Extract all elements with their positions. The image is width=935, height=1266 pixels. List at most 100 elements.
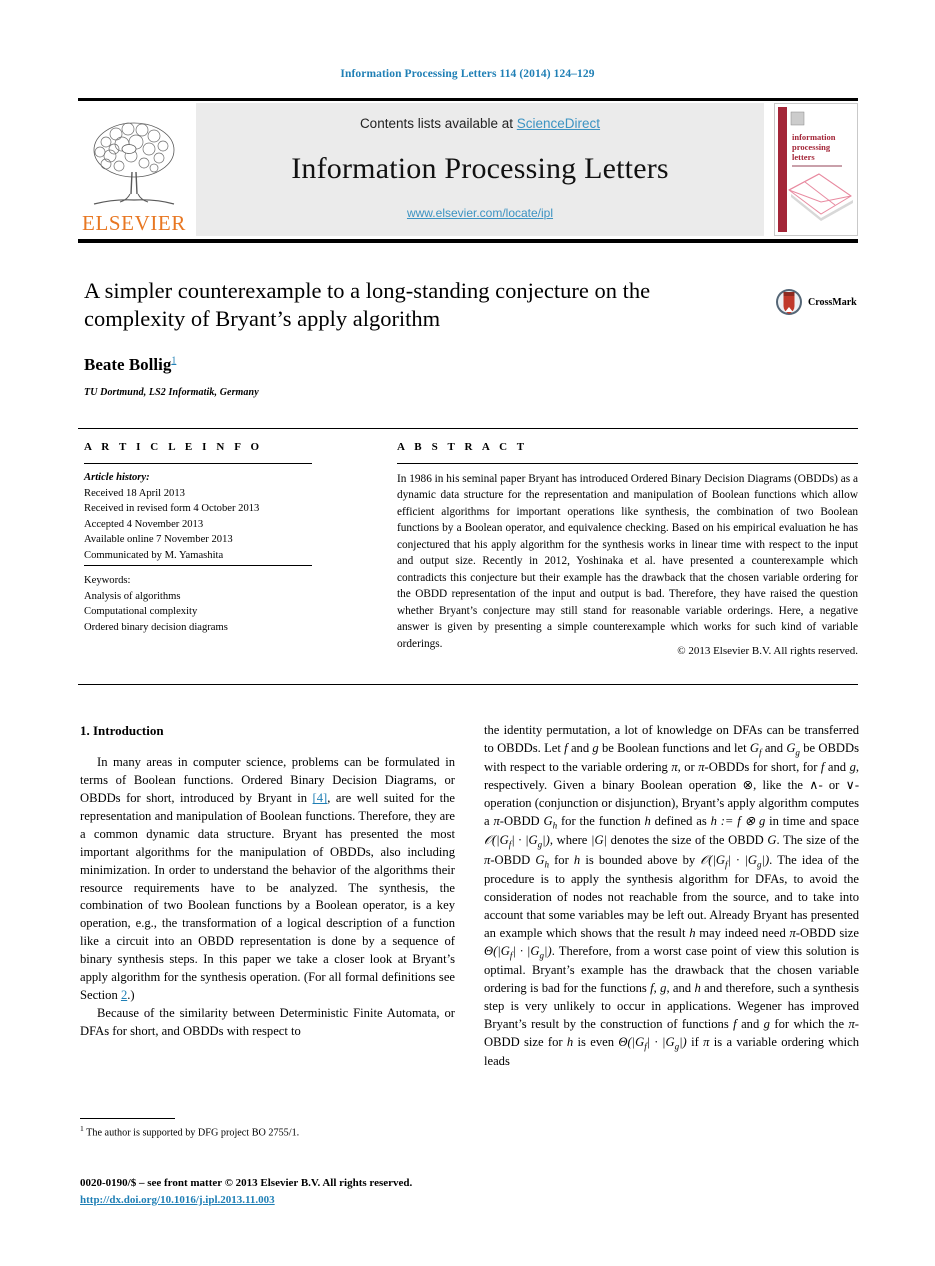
article-history-label: Article history: — [84, 472, 150, 483]
rp-9: , like the — [753, 778, 810, 793]
math-big-O: 𝒪(|Gf| · |Gg|) — [700, 852, 770, 870]
page-title: A simpler counterexample to a long-stand… — [84, 278, 651, 332]
journal-homepage-link[interactable]: www.elsevier.com/locate/ipl — [407, 206, 553, 220]
issn-line: 0020-0190/$ – see front matter © 2013 El… — [80, 1177, 413, 1189]
journal-masthead: ELSEVIER Contents lists available at Sci… — [78, 98, 858, 236]
rp-3: and — [761, 740, 787, 755]
rp-2: be Boolean functions and let — [598, 740, 750, 755]
doi-link[interactable]: http://dx.doi.org/10.1016/j.ipl.2013.11.… — [80, 1192, 550, 1209]
history-item: Communicated by M. Yamashita — [84, 549, 224, 561]
running-head: Information Processing Letters 114 (2014… — [340, 68, 595, 80]
article-info-heading: A R T I C L E I N F O — [84, 441, 263, 453]
footnote-text: The author is supported by DFG project B… — [86, 1127, 300, 1139]
abstract-copyright: © 2013 Elsevier B.V. All rights reserved… — [677, 645, 858, 657]
masthead-top-rule — [78, 98, 858, 101]
elsevier-wordmark: ELSEVIER — [82, 211, 186, 235]
rp-21: is bounded above by — [580, 852, 701, 867]
author-label: Beate Bollig — [84, 354, 172, 374]
citation-ref-4[interactable]: [4] — [313, 791, 328, 805]
body-text-1b: , are well suited for the representation… — [80, 791, 455, 1002]
rp-20: for — [548, 852, 574, 867]
rp-29: and — [736, 1016, 764, 1031]
math-Gg: Gg — [786, 740, 800, 758]
rp-12: -OBDD — [499, 813, 544, 828]
math-vee: ∨ — [845, 778, 855, 793]
rp-19: -OBDD — [490, 852, 536, 867]
title-block: A simpler counterexample to a long-stand… — [84, 277, 744, 398]
svg-text:information: information — [792, 132, 836, 142]
elsevier-tree-icon — [93, 122, 175, 205]
math-Gh: Gh — [535, 852, 549, 870]
rp-5: , or — [677, 760, 699, 775]
keyword-item: Analysis of algorithms — [84, 590, 181, 602]
elsevier-logo: ELSEVIER — [78, 103, 190, 236]
rp-6: -OBDDs for short, for — [704, 760, 821, 775]
body-paragraph-2: Because of the similarity between Determ… — [80, 1005, 455, 1038]
abstract-text: In 1986 in his seminal paper Bryant has … — [397, 473, 858, 650]
journal-cover-thumbnail: information processing letters — [774, 103, 858, 236]
rp-10: - or — [818, 778, 846, 793]
masthead-center-panel: Contents lists available at ScienceDirec… — [196, 103, 764, 236]
svg-text:processing: processing — [792, 142, 831, 152]
math-big-O: 𝒪(|Gf| · |Gg|) — [484, 833, 550, 850]
rp-14: defined as — [650, 813, 711, 828]
math-otimes: ⊗ — [742, 778, 754, 793]
rp-17: denotes the size of the OBDD — [607, 833, 768, 848]
history-item: Received 18 April 2013 — [84, 487, 185, 499]
math-theta: Θ(|Gf| · |Gg|) — [618, 1034, 687, 1052]
rp-15: in time and space — [765, 813, 859, 828]
keywords-block: Keywords: Analysis of algorithms Computa… — [84, 573, 324, 635]
abstract-rule-top — [397, 463, 858, 464]
rp-32: is even — [573, 1034, 619, 1049]
rp-16: , where — [549, 833, 591, 848]
body-text-1c: .) — [127, 987, 135, 1002]
footnote-number: 1 — [80, 1124, 84, 1133]
rp-30: for which the — [769, 1016, 849, 1031]
rp-24: -OBDD size — [795, 925, 859, 940]
info-section-top-rule — [78, 428, 858, 429]
body-paragraph-1: In many areas in computer science, probl… — [80, 754, 455, 1004]
footnote-separator — [80, 1118, 175, 1119]
history-item: Received in revised form 4 October 2013 — [84, 503, 260, 515]
page-footer: 0020-0190/$ – see front matter © 2013 El… — [80, 1175, 550, 1208]
rp-23: may indeed need — [695, 925, 790, 940]
rp-33: if — [686, 1034, 704, 1049]
info-section-bottom-rule — [78, 684, 858, 685]
math-abs-G: |G| — [591, 833, 608, 848]
rp-1: and — [567, 740, 593, 755]
body-column-right: the identity permutation, a lot of knowl… — [484, 722, 859, 1071]
article-history-block: Article history: Received 18 April 2013 … — [84, 470, 324, 563]
math-h-def: h := f ⊗ g — [710, 813, 766, 828]
math-Gf: Gf — [749, 740, 762, 758]
crossmark-icon[interactable] — [775, 288, 803, 316]
info-rule-mid — [84, 565, 312, 566]
contents-line: Contents lists available at ScienceDirec… — [360, 116, 600, 131]
math-theta: Θ(|Gf| · |Gg|) — [484, 943, 552, 961]
keyword-item: Ordered binary decision diagrams — [84, 621, 228, 633]
footnote: 1 The author is supported by DFG project… — [80, 1124, 460, 1140]
keyword-item: Computational complexity — [84, 606, 198, 618]
abstract-heading: A B S T R A C T — [397, 441, 528, 453]
info-rule-top — [84, 463, 312, 464]
journal-title: Information Processing Letters — [291, 151, 669, 185]
paper-page: Information Processing Letters 114 (2014… — [0, 0, 935, 1266]
author-footnote-marker[interactable]: 1 — [171, 355, 176, 366]
rp-13: for the function — [557, 813, 645, 828]
rp-18: . The size of the — [776, 833, 859, 848]
history-item: Available online 7 November 2013 — [84, 534, 233, 546]
math-G: G — [767, 833, 777, 848]
sciencedirect-link[interactable]: ScienceDirect — [517, 116, 600, 131]
section-heading-introduction: 1. Introduction — [80, 723, 164, 738]
history-item: Accepted 4 November 2013 — [84, 518, 204, 530]
keywords-label: Keywords: — [84, 575, 131, 586]
author-name: Beate Bollig1 — [84, 355, 744, 375]
cover-artwork: information processing letters — [775, 104, 857, 235]
rp-7: and — [824, 760, 850, 775]
body-paragraph-3: the identity permutation, a lot of knowl… — [484, 722, 859, 1071]
crossmark-badge[interactable]: CrossMark — [775, 288, 857, 316]
rp-27: , and — [666, 980, 695, 995]
contents-prefix: Contents lists available at — [359, 116, 517, 131]
crossmark-label: CrossMark — [808, 296, 857, 308]
author-affiliation: TU Dortmund, LS2 Informatik, Germany — [84, 386, 259, 398]
masthead-bottom-rule — [78, 239, 858, 243]
